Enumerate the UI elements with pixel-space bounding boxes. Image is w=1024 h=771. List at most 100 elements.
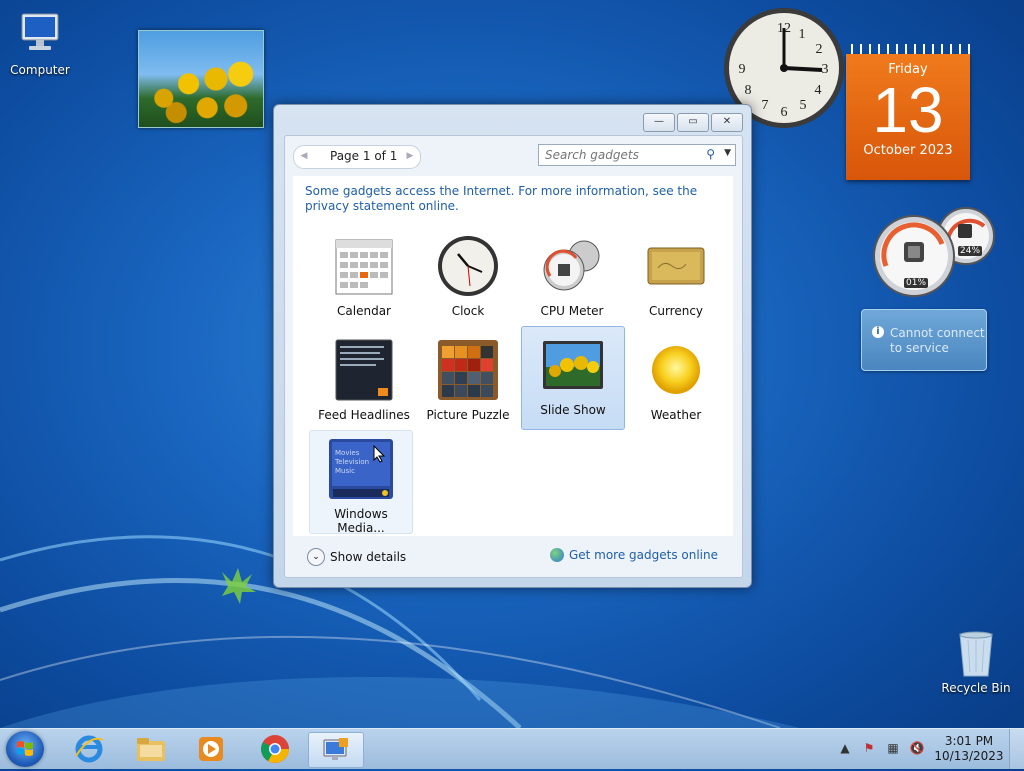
prev-page-icon[interactable]: ◀ <box>297 149 311 163</box>
taskbar-time: 3:01 PM <box>944 734 994 748</box>
taskbar-clock[interactable]: 3:01 PM 10/13/2023 <box>929 734 1009 764</box>
gadgets-icon <box>323 738 348 760</box>
cpu-usage-text: 01% <box>904 278 929 288</box>
currency-thumb-icon <box>644 234 708 298</box>
svg-text:7: 7 <box>762 98 769 113</box>
page-navigator: ◀ Page 1 of 1 ▶ <box>293 145 421 169</box>
recycle-bin-desktop-icon[interactable]: Recycle Bin <box>940 630 1012 695</box>
clock-thumb-icon <box>436 234 500 298</box>
minimize-button[interactable]: — <box>643 113 675 132</box>
mouse-cursor-icon <box>373 445 386 463</box>
gadget-tile-calendar[interactable]: Calendar <box>313 228 415 330</box>
gadget-tile-cpu-meter[interactable]: CPU Meter <box>521 228 623 330</box>
taskbar-date: 10/13/2023 <box>934 749 1004 763</box>
gadget-tile-feed-headlines[interactable]: Feed Headlines <box>313 332 415 434</box>
search-icon[interactable]: ⚲ <box>706 147 715 161</box>
svg-text:5: 5 <box>800 98 807 113</box>
globe-icon <box>549 548 564 562</box>
window-controls: — ▭ ✕ <box>643 113 743 132</box>
start-button[interactable] <box>6 731 44 767</box>
search-box: ⚲ ▼ <box>538 144 736 166</box>
slideshow-thumb-icon <box>541 333 605 397</box>
gadget-name: CPU Meter <box>540 304 604 318</box>
gadget-name: Windows Media... <box>334 507 388 535</box>
internet-explorer-icon <box>75 735 104 763</box>
media-item: Television <box>335 458 370 466</box>
media-player-icon <box>199 737 223 761</box>
show-hidden-icons-icon[interactable]: ▲ <box>836 741 854 757</box>
memory-usage-text: 24% <box>958 246 983 256</box>
calendar-date: 13 <box>872 74 944 146</box>
close-button[interactable]: ✕ <box>711 113 743 132</box>
feed-thumb-icon <box>332 338 396 402</box>
taskbar-internet-explorer[interactable] <box>62 732 116 766</box>
calendar-page: Friday 13 October 2023 <box>846 54 970 180</box>
computer-label: Computer <box>10 63 70 77</box>
restore-button[interactable]: ▭ <box>677 113 709 132</box>
gadget-name: Feed Headlines <box>318 408 410 422</box>
chrome-icon <box>261 735 289 763</box>
network-icon[interactable]: ▦ <box>884 741 902 757</box>
folder-icon <box>137 738 165 761</box>
calendar-gadget[interactable]: Friday 13 October 2023 <box>846 44 970 180</box>
gadget-tile-slide-show[interactable]: Slide Show <box>521 326 625 430</box>
volume-muted-icon[interactable]: 🔇 <box>908 741 926 757</box>
gadget-tile-picture-puzzle[interactable]: Picture Puzzle <box>417 332 519 434</box>
cpu-meter-thumb-icon <box>540 234 604 298</box>
svg-text:3: 3 <box>822 62 829 77</box>
action-center-flag-icon[interactable]: ⚑ <box>860 741 878 757</box>
gallery-footer: ⌄ Show details Get more gadgets online <box>285 536 742 576</box>
show-details-toggle[interactable]: ⌄ Show details <box>307 548 406 566</box>
gadget-gallery-window: — ▭ ✕ ◀ Page 1 of 1 ▶ ⚲ ▼ Some gadgets a… <box>273 104 752 588</box>
show-desktop-button[interactable] <box>1009 729 1024 769</box>
tulips-image <box>139 31 263 127</box>
gadget-tile-weather[interactable]: Weather <box>625 332 727 434</box>
gadget-tile-windows-media[interactable]: Movies Television Music Windows Media... <box>309 430 413 535</box>
search-dropdown-icon[interactable]: ▼ <box>724 148 731 158</box>
gadget-name: Calendar <box>337 304 391 318</box>
windows-logo-icon <box>17 741 33 756</box>
computer-desktop-icon[interactable]: Computer <box>0 8 80 77</box>
taskbar-media-player[interactable] <box>184 732 238 766</box>
calendar-month: October 2023 <box>863 143 953 158</box>
gadget-name: Currency <box>648 304 704 318</box>
windows-media-thumb-icon: Movies Television Music <box>329 437 393 501</box>
slideshow-gadget[interactable] <box>138 30 264 128</box>
taskbar-gadgets[interactable] <box>308 732 364 768</box>
recycle-bin-icon <box>959 631 993 677</box>
gadget-list-area: Some gadgets access the Internet. For mo… <box>293 176 733 536</box>
taskbar: ▲ ⚑ ▦ 🔇 3:01 PM 10/13/2023 <box>0 728 1024 769</box>
service-notice-gadget[interactable]: i Cannot connect to service <box>861 309 987 371</box>
gadget-name: Slide Show <box>540 403 606 417</box>
taskbar-chrome[interactable] <box>248 732 302 766</box>
system-tray: ▲ ⚑ ▦ 🔇 3:01 PM 10/13/2023 <box>833 729 1024 769</box>
calendar-thumb-icon <box>332 234 396 298</box>
media-item: Movies <box>335 449 360 457</box>
service-notice-text: Cannot connect to service <box>890 326 985 355</box>
recycle-bin-label: Recycle Bin <box>941 681 1011 695</box>
media-menu: Movies Television Music <box>335 449 369 476</box>
gadget-name: Clock <box>451 304 485 318</box>
get-more-gadgets-link[interactable]: Get more gadgets online <box>549 548 718 562</box>
svg-text:6: 6 <box>781 105 788 120</box>
calendar-rings <box>846 44 970 54</box>
gadget-name: Picture Puzzle <box>426 408 510 422</box>
search-input[interactable] <box>543 147 697 163</box>
gadget-tile-clock[interactable]: Clock <box>417 228 519 330</box>
svg-text:4: 4 <box>815 83 822 98</box>
get-more-label: Get more gadgets online <box>568 548 718 562</box>
gallery-panel: ◀ Page 1 of 1 ▶ ⚲ ▼ Some gadgets access … <box>284 135 743 578</box>
svg-text:9: 9 <box>739 62 746 77</box>
computer-icon <box>0 8 80 59</box>
puzzle-thumb-icon <box>436 338 500 402</box>
gadget-tile-currency[interactable]: Currency <box>625 228 727 330</box>
svg-text:8: 8 <box>745 83 752 98</box>
chevron-down-icon: ⌄ <box>307 548 325 566</box>
weather-thumb-icon <box>644 338 708 402</box>
svg-text:1: 1 <box>799 27 806 42</box>
cpu-meter-gadget[interactable]: 01% 24% <box>872 204 1002 300</box>
info-icon: i <box>872 326 884 338</box>
next-page-icon[interactable]: ▶ <box>403 149 417 163</box>
taskbar-file-explorer[interactable] <box>124 732 178 766</box>
privacy-notice-link[interactable]: Some gadgets access the Internet. For mo… <box>305 184 725 214</box>
